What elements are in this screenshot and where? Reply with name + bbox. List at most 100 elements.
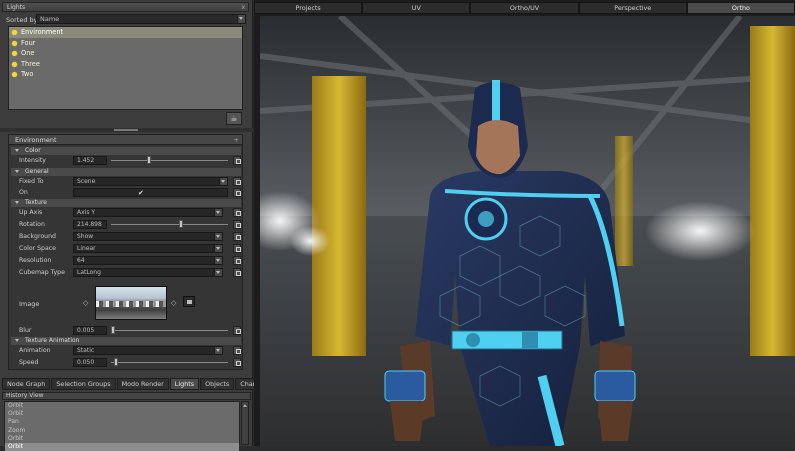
teapot-icon[interactable]: ☕: [226, 112, 242, 125]
speed-slider-track[interactable]: [111, 362, 228, 363]
light-item-environment[interactable]: Environment: [9, 27, 242, 38]
background-dropdown[interactable]: Show: [73, 232, 223, 241]
tab-objects[interactable]: Objects: [200, 378, 235, 390]
tab-lights[interactable]: Lights: [169, 378, 200, 390]
left-cuff: [384, 370, 426, 402]
light-bulb-icon: [12, 61, 17, 67]
keyframe-icon[interactable]: [233, 358, 241, 367]
section-general[interactable]: General: [11, 168, 241, 176]
history-item[interactable]: Orbit: [5, 410, 239, 418]
tab-modo-render[interactable]: Modo Render: [116, 378, 169, 390]
speed-slider-thumb[interactable]: [114, 358, 119, 366]
history-item[interactable]: Pan: [5, 418, 239, 426]
chevron-down-icon: [219, 178, 227, 185]
color-space-label: Color Space: [19, 245, 56, 252]
blur-value: 0.005: [77, 327, 95, 334]
animation-dropdown[interactable]: Static: [73, 346, 223, 355]
properties-header: Environment +: [9, 135, 242, 145]
panel-splitter[interactable]: [0, 128, 253, 132]
history-item-selected[interactable]: Orbit: [5, 442, 239, 451]
light-glow: [290, 226, 330, 256]
intensity-field[interactable]: 1.452: [73, 156, 107, 165]
on-checkbox-field[interactable]: ✔: [73, 188, 228, 197]
rotation-value: 214.898: [77, 221, 102, 228]
right-fist: [598, 401, 633, 441]
section-texture[interactable]: Texture: [11, 199, 241, 207]
tab-uv[interactable]: UV: [362, 2, 471, 14]
keyframe-icon[interactable]: [233, 268, 241, 277]
folder-icon[interactable]: [183, 296, 195, 307]
history-scrollbar[interactable]: [241, 401, 249, 445]
blur-slider-thumb[interactable]: [111, 326, 115, 334]
keyframe-icon[interactable]: [233, 208, 241, 217]
section-texture-animation[interactable]: Texture Animation: [11, 337, 241, 345]
fixed-to-row: Fixed To Scene: [11, 177, 241, 187]
resolution-dropdown[interactable]: 64: [73, 256, 223, 265]
cubemap-type-dropdown[interactable]: LatLong: [73, 268, 223, 277]
history-item[interactable]: Orbit: [5, 435, 239, 443]
history-item[interactable]: Zoom: [5, 427, 239, 435]
diamond-icon[interactable]: ◇: [171, 299, 176, 307]
diamond-icon[interactable]: ◇: [83, 299, 88, 307]
intensity-label: Intensity: [19, 157, 46, 164]
tab-selection-groups[interactable]: Selection Groups: [51, 378, 116, 390]
rotation-slider-thumb[interactable]: [178, 220, 183, 228]
light-item-one[interactable]: One: [9, 48, 242, 59]
light-item-four[interactable]: Four: [9, 38, 242, 49]
tab-node-graph[interactable]: Node Graph: [2, 378, 51, 390]
keyframe-icon[interactable]: [233, 326, 241, 335]
add-icon[interactable]: +: [234, 135, 239, 145]
animation-value: Static: [77, 347, 95, 354]
chevron-down-icon: [214, 209, 222, 216]
chevron-down-icon: [214, 347, 222, 354]
tab-perspective[interactable]: Perspective: [578, 2, 687, 14]
tab-label: Selection Groups: [56, 380, 111, 388]
keyframe-icon[interactable]: [233, 220, 241, 229]
sorted-by-dropdown[interactable]: Name: [36, 14, 246, 24]
keyframe-icon[interactable]: [233, 188, 241, 197]
keyframe-icon[interactable]: [233, 346, 241, 355]
light-item-three[interactable]: Three: [9, 59, 242, 70]
keyframe-icon[interactable]: [233, 244, 241, 253]
history-list: Orbit Orbit Pan Zoom Orbit Orbit: [4, 401, 240, 451]
keyframe-icon[interactable]: [233, 256, 241, 265]
history-item[interactable]: Orbit: [5, 402, 239, 410]
blur-slider-track[interactable]: [111, 330, 228, 331]
chevron-down-icon: [214, 245, 222, 252]
environment-image-thumbnail[interactable]: [95, 286, 167, 320]
section-color[interactable]: Color: [11, 147, 241, 155]
tab-ortho-uv[interactable]: Ortho/UV: [470, 2, 579, 14]
blur-label: Blur: [19, 327, 32, 334]
speed-field[interactable]: 0.050: [73, 358, 107, 367]
scroll-up-icon[interactable]: [243, 404, 247, 407]
keyframe-icon[interactable]: [233, 232, 241, 241]
3d-viewport[interactable]: [260, 16, 795, 446]
section-label: General: [25, 168, 49, 175]
light-item-two[interactable]: Two: [9, 69, 242, 80]
intensity-slider-thumb[interactable]: [147, 156, 152, 164]
keyframe-icon[interactable]: [233, 156, 241, 165]
speed-label: Speed: [19, 359, 39, 366]
section-label: Texture: [25, 199, 47, 206]
tab-label: Node Graph: [7, 380, 46, 388]
color-space-dropdown[interactable]: Linear: [73, 244, 223, 253]
fixed-to-dropdown[interactable]: Scene: [73, 177, 228, 186]
viewport-tabs: Projects UV Ortho/UV Perspective Ortho: [254, 2, 795, 14]
speed-row: Speed 0.050: [11, 358, 241, 368]
animation-row: Animation Static: [11, 346, 241, 356]
tab-ortho[interactable]: Ortho: [686, 2, 795, 14]
keyframe-icon[interactable]: [233, 177, 241, 186]
blur-field[interactable]: 0.005: [73, 326, 107, 335]
intensity-slider-track[interactable]: [111, 160, 228, 161]
up-axis-dropdown[interactable]: Axis Y: [73, 208, 223, 217]
tab-projects[interactable]: Projects: [254, 2, 363, 14]
on-row: On ✔: [11, 188, 241, 198]
close-icon[interactable]: x: [241, 3, 245, 12]
rotation-field[interactable]: 214.898: [73, 220, 107, 229]
tab-label: Ortho/UV: [509, 4, 540, 12]
up-axis-row: Up Axis Axis Y: [11, 208, 241, 218]
cubemap-type-row: Cubemap Type LatLong: [11, 268, 241, 278]
splitter-grip[interactable]: [114, 129, 138, 131]
viewport-panel: Projects UV Ortho/UV Perspective Ortho: [254, 0, 795, 446]
rotation-slider-track[interactable]: [111, 224, 228, 225]
